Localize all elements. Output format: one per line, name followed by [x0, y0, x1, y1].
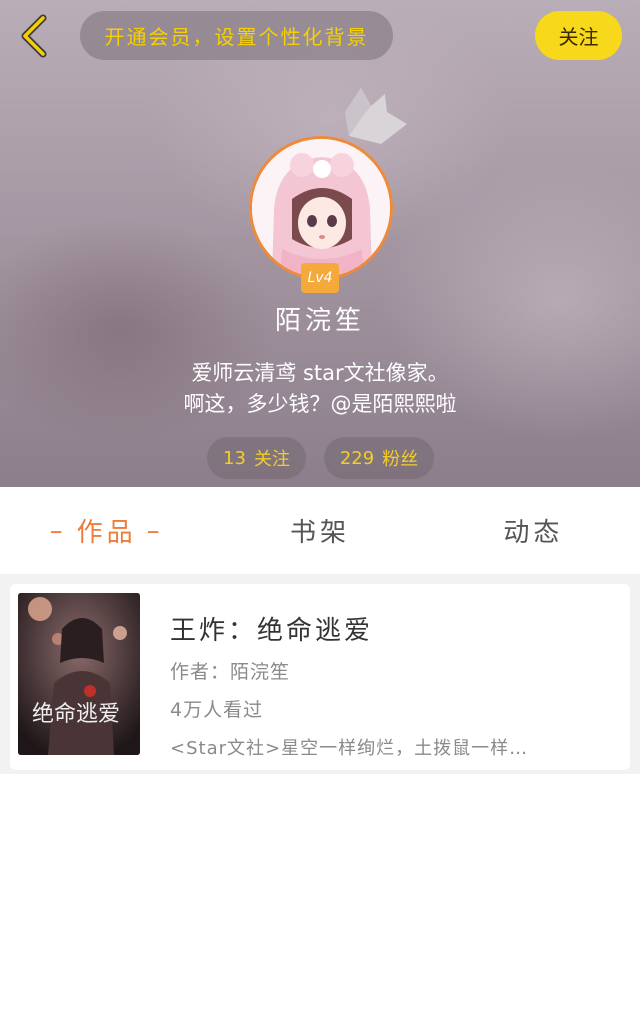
tab-bookshelf-label: 书架	[289, 518, 350, 548]
tab-activity[interactable]: 动态	[427, 487, 640, 574]
follow-button[interactable]: 关注	[535, 11, 622, 60]
vip-banner-text: 开通会员，设置个性化背景	[104, 25, 369, 49]
book-cover[interactable]: 绝命逃爱	[18, 593, 140, 755]
book-card[interactable]: 绝命逃爱 王炸：绝命逃爱 作者：陌浣笙 4万人看过 <Star文社>星空一样绚烂…	[10, 584, 630, 770]
profile-page: 开通会员，设置个性化背景 关注 Lv4 陌浣笙 爱师云清鸢 star文社像家。 …	[0, 0, 640, 1029]
book-views: 4万人看过	[170, 699, 264, 721]
tab-activity-label: 动态	[503, 518, 564, 548]
following-label: 关注	[253, 449, 290, 470]
username: 陌浣笙	[274, 306, 365, 336]
avatar[interactable]	[249, 136, 393, 280]
following-stat[interactable]: 13 关注	[207, 437, 306, 479]
bio: 爱师云清鸢 star文社像家。 啊这，多少钱？@是陌熙熙啦	[0, 358, 640, 420]
works-list: 绝命逃爱 王炸：绝命逃爱 作者：陌浣笙 4万人看过 <Star文社>星空一样绚烂…	[0, 584, 640, 774]
book-title: 王炸：绝命逃爱	[170, 616, 374, 646]
fans-count: 229	[339, 447, 375, 469]
level-text: Lv4	[307, 270, 333, 286]
book-cover-art: 绝命逃爱	[18, 593, 140, 755]
crown-icon	[345, 88, 407, 144]
following-count: 13	[223, 447, 246, 469]
chevron-left-icon	[21, 14, 47, 58]
book-description: <Star文社>星空一样绚烂，土拨鼠一样…	[170, 738, 529, 759]
follow-button-label: 关注	[558, 25, 599, 49]
fans-label: 粉丝	[382, 449, 419, 470]
tab-bookshelf[interactable]: 书架	[213, 487, 426, 574]
level-badge: Lv4	[301, 263, 339, 293]
avatar-illustration	[252, 139, 390, 277]
fans-stat[interactable]: 229 粉丝	[324, 437, 434, 479]
tab-works[interactable]: 作品	[0, 487, 213, 574]
bio-line-2: 啊这，多少钱？@是陌熙熙啦	[183, 392, 457, 416]
bio-line-1: 爱师云清鸢 star文社像家。	[191, 361, 449, 385]
profile-header: 开通会员，设置个性化背景 关注 Lv4 陌浣笙 爱师云清鸢 star文社像家。 …	[0, 0, 640, 487]
back-button[interactable]	[14, 12, 54, 60]
section-divider	[0, 574, 640, 584]
profile-tabs: 作品 书架 动态	[0, 487, 640, 574]
tab-works-label: 作品	[76, 518, 137, 548]
book-cover-title: 绝命逃爱	[32, 702, 120, 727]
book-author: 作者：陌浣笙	[170, 661, 291, 683]
vip-background-banner[interactable]: 开通会员，设置个性化背景	[80, 11, 393, 60]
